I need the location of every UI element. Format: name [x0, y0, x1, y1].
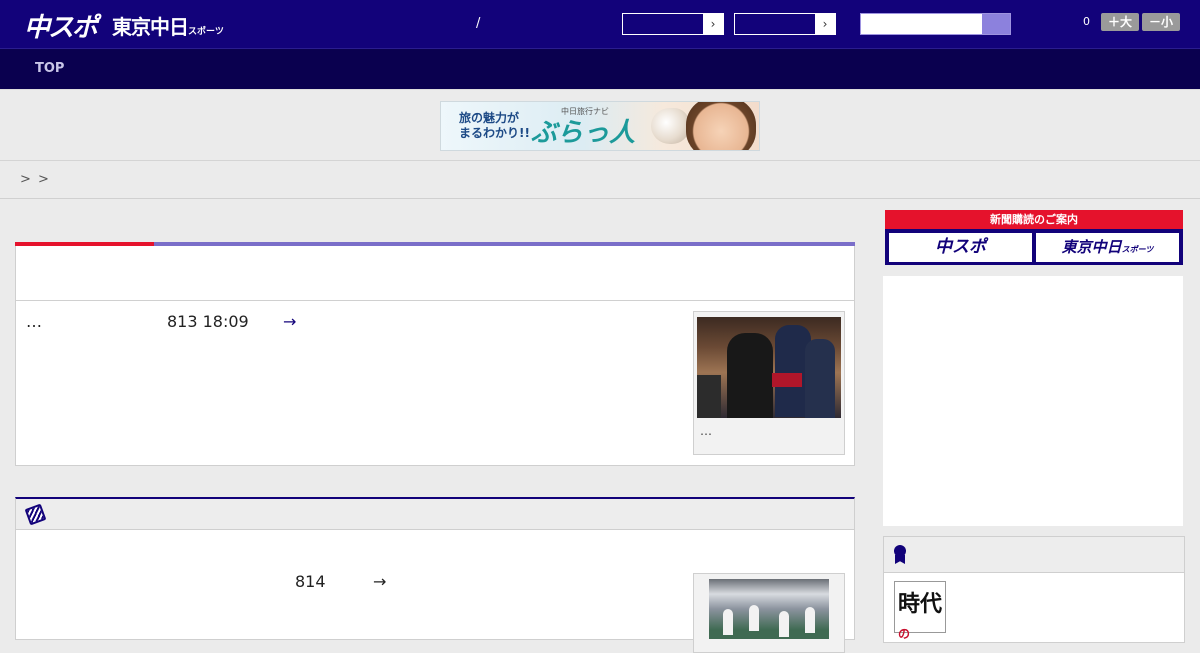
shell-image	[651, 108, 689, 144]
category-select-1[interactable]: ›	[622, 13, 724, 35]
photo-figure	[727, 333, 773, 418]
tokyo-logo-sub: スポーツ	[188, 27, 224, 37]
news-article-card: 814 →	[15, 530, 855, 653]
read-more-arrow-icon[interactable]: →	[283, 312, 296, 331]
chevron-right-icon[interactable]: ›	[703, 14, 723, 34]
newspaper-icon	[24, 503, 47, 526]
font-larger-button[interactable]: ＋大	[1101, 13, 1139, 31]
model-image	[686, 102, 756, 150]
ceremony-photo	[697, 317, 841, 418]
ad-band: 旅の魅力が まるわかり!! 中日旅行ナビ ぶらっ人	[0, 89, 1200, 161]
ranking-header	[883, 536, 1185, 573]
subscribe-tokyo-button[interactable]: 東京中日スポーツ	[1036, 233, 1179, 262]
lead-article-card: … 813 18:09 → …	[15, 242, 855, 466]
sidebar-ad[interactable]	[883, 276, 1183, 526]
ranking-thumbnail[interactable]: 時代 の	[894, 581, 946, 641]
section-tab-active[interactable]	[15, 242, 154, 246]
search-input[interactable]	[860, 13, 1011, 35]
chuspo-logo[interactable]: 中スポ	[24, 7, 98, 44]
thumbnail-caption: …	[700, 424, 712, 438]
photo-figure	[805, 339, 835, 418]
header-separator: /	[476, 16, 481, 31]
ranking-thumb-text: 時代	[898, 591, 943, 617]
divider	[16, 300, 854, 301]
ranking-list: 時代 の	[883, 573, 1185, 643]
article-thumbnail[interactable]	[693, 573, 845, 653]
news-section-header	[15, 497, 855, 530]
nav-item-top[interactable]: TOP	[35, 61, 64, 76]
tokyo-logo-text: 東京中日	[112, 15, 189, 39]
breadcrumb: > >	[0, 161, 1200, 199]
baseball-photo	[709, 579, 829, 639]
subscribe-chuspo-button[interactable]: 中スポ	[889, 233, 1032, 262]
breadcrumb-separator: >	[38, 172, 49, 187]
banner-brand: ぶらっ人	[531, 118, 636, 148]
site-header: 中スポ 東京中日スポーツ / › › 0 ＋大 －小	[0, 0, 1200, 48]
photo-figure	[697, 375, 721, 418]
article-date: 813 18:09	[167, 312, 249, 331]
photo-player	[749, 605, 759, 631]
search-button[interactable]	[982, 14, 1010, 34]
chevron-right-icon[interactable]: ›	[815, 14, 835, 34]
travel-ad-banner[interactable]: 旅の魅力が まるわかり!! 中日旅行ナビ ぶらっ人	[440, 101, 760, 151]
banner-line-1: 旅の魅力が	[459, 111, 520, 125]
subscription-box: 新聞購読のご案内 中スポ 東京中日スポーツ	[885, 210, 1183, 265]
photo-player	[805, 607, 815, 633]
photo-document	[772, 373, 802, 387]
article-thumbnail[interactable]: …	[693, 311, 845, 455]
section-tab-bar	[15, 242, 855, 246]
article-date: 814	[295, 572, 326, 591]
ranking-thumb-mark: の	[898, 627, 911, 641]
article-snippet: …	[26, 312, 42, 331]
photo-player	[779, 611, 789, 637]
award-ribbon-tail	[895, 555, 905, 564]
photo-player	[723, 609, 733, 635]
breadcrumb-separator: >	[20, 172, 31, 187]
banner-line-2: まるわかり!!	[459, 126, 530, 140]
category-select-2[interactable]: ›	[734, 13, 836, 35]
global-nav: TOP	[0, 48, 1200, 89]
subscribe-tokyo-label: 東京中日	[1061, 238, 1122, 256]
font-smaller-button[interactable]: －小	[1142, 13, 1180, 31]
tokyo-chunichi-logo[interactable]: 東京中日スポーツ	[112, 11, 224, 40]
read-more-arrow-icon[interactable]: →	[373, 572, 386, 591]
subscribe-tokyo-sub: スポーツ	[1121, 245, 1154, 254]
subscription-heading[interactable]: 新聞購読のご案内	[885, 210, 1183, 229]
font-size-count: 0	[1083, 15, 1090, 28]
banner-copy: 旅の魅力が まるわかり!!	[459, 111, 530, 141]
